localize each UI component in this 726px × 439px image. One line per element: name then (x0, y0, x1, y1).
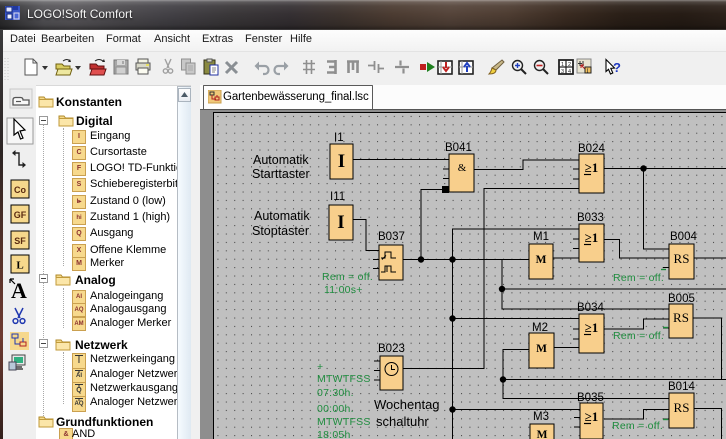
svg-text:M: M (536, 254, 547, 266)
svg-text:Automatik: Automatik (253, 153, 309, 167)
svg-text:schaltuhr: schaltuhr (376, 414, 429, 429)
svg-text:M3: M3 (533, 411, 549, 423)
svg-text:B014: B014 (668, 381, 695, 393)
svg-text:≥1: ≥1 (585, 230, 599, 245)
svg-text:B034: B034 (577, 302, 604, 314)
svg-text:B004: B004 (670, 231, 697, 243)
svg-text:B037: B037 (378, 231, 405, 243)
svg-text:B041: B041 (445, 142, 472, 154)
svg-text:Wochentag: Wochentag (374, 397, 440, 412)
svg-text:B005: B005 (668, 293, 695, 305)
svg-text:Automatik: Automatik (254, 209, 310, 223)
svg-text:MTWTFSS: MTWTFSS (317, 373, 371, 385)
svg-text:RS: RS (673, 310, 689, 325)
svg-text:07:30h.: 07:30h. (317, 387, 354, 399)
svg-text:Rem = off.: Rem = off. (612, 420, 663, 432)
svg-text:I1: I1 (334, 132, 344, 144)
svg-text:Rem = off.: Rem = off. (613, 272, 664, 284)
svg-text:B035: B035 (577, 392, 604, 404)
svg-text:I: I (337, 212, 344, 233)
svg-text:&: & (458, 162, 467, 174)
svg-text:I11: I11 (330, 191, 345, 203)
svg-text:M: M (537, 429, 548, 439)
svg-text:RS: RS (674, 400, 690, 415)
svg-text:B024: B024 (578, 143, 605, 155)
svg-text:≥1: ≥1 (585, 409, 599, 424)
svg-text:Starttaster: Starttaster (252, 167, 310, 181)
svg-text:Rem = off.: Rem = off. (613, 330, 664, 342)
svg-text:Stoptaster: Stoptaster (252, 224, 309, 238)
svg-text:≥1: ≥1 (585, 320, 599, 335)
svg-text:B033: B033 (577, 212, 604, 224)
svg-text:+: + (317, 361, 323, 373)
svg-text:11:00s+: 11:00s+ (324, 284, 363, 296)
svg-text:M2: M2 (532, 322, 548, 334)
svg-text:RS: RS (674, 251, 690, 266)
svg-text:Rem = off.: Rem = off. (322, 271, 373, 283)
svg-text:M1: M1 (533, 231, 549, 243)
svg-text:≥1: ≥1 (585, 160, 599, 175)
svg-text:18:05h: 18:05h (317, 429, 351, 439)
svg-text:MTWTFSS: MTWTFSS (317, 416, 371, 428)
svg-text:M: M (536, 343, 547, 355)
svg-text:B023: B023 (378, 343, 405, 355)
svg-text:I: I (338, 151, 345, 172)
svg-text:00:00h.: 00:00h. (317, 403, 354, 415)
